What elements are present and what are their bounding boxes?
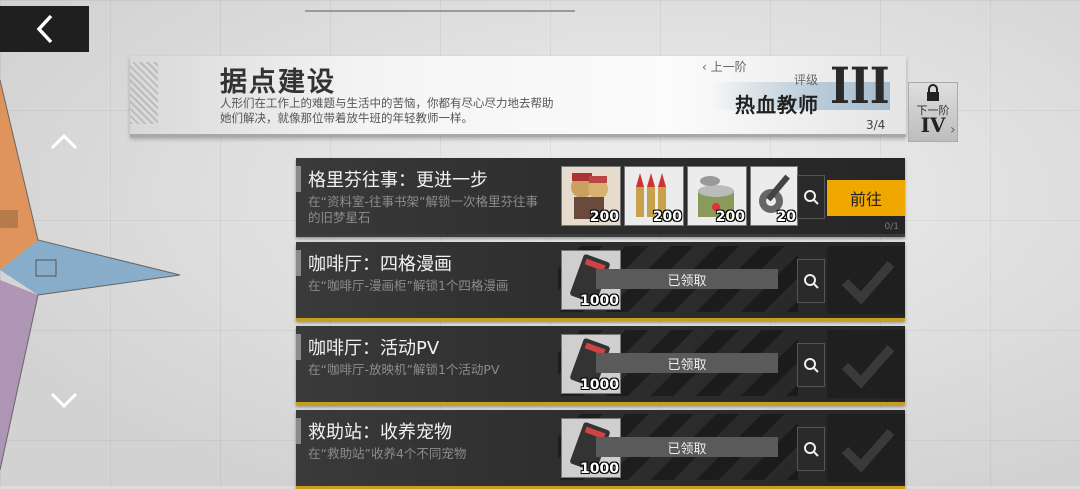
- checkmark-icon: [827, 246, 905, 314]
- lock-icon: [927, 84, 939, 101]
- task-title: 救助站：收养宠物: [308, 422, 452, 443]
- reward-quantity: 200: [715, 209, 745, 225]
- task-progress-count: 0/1: [884, 222, 899, 232]
- task-title: 咖啡厅：活动PV: [308, 338, 440, 359]
- top-divider: [305, 10, 575, 12]
- rank-label: 评级: [794, 73, 819, 87]
- star-map-decoration: [0, 80, 181, 471]
- reward-parts[interactable]: 20: [750, 166, 798, 226]
- search-button[interactable]: [797, 427, 825, 471]
- task-card: 格里芬往事：更进一步 在“资料室-往事书架”解锁一次格里芬往事的旧梦星石 200…: [296, 158, 905, 237]
- task-accent-bar: [296, 334, 301, 360]
- task-title: 格里芬往事：更进一步: [308, 170, 488, 191]
- task-description: 在“咖啡厅-放映机”解锁1个活动PV: [308, 362, 500, 377]
- chevron-left-icon: [36, 14, 52, 44]
- prev-tier-label: 上一阶: [710, 60, 747, 74]
- chevron-left-icon: ‹: [702, 60, 711, 74]
- claimed-status: 已领取: [596, 353, 778, 373]
- chevron-right-icon: ›: [950, 122, 956, 138]
- reward-quantity: 1000: [580, 461, 619, 477]
- rank-header-panel: 据点建设 人形们在工作上的难题与生活中的苦恼，你都有尽心尽力地去帮助她们解决，就…: [130, 56, 906, 137]
- rank-name: 热血教师: [735, 93, 819, 117]
- search-icon: [804, 358, 819, 373]
- reward-quantity: 1000: [580, 293, 619, 309]
- page-title: 据点建设: [220, 67, 336, 98]
- search-icon: [804, 190, 819, 205]
- rank-progress: 3/4: [866, 118, 886, 132]
- prev-tier-button[interactable]: ‹ 上一阶: [702, 58, 747, 75]
- task-accent-bar: [296, 250, 301, 276]
- task-description: 在“咖啡厅-漫画柜”解锁1个四格漫画: [308, 278, 509, 293]
- hatch-decoration: [130, 62, 158, 124]
- reward-quantity: 200: [652, 209, 682, 225]
- task-title: 咖啡厅：四格漫画: [308, 254, 452, 275]
- reward-ration[interactable]: 200: [687, 166, 747, 226]
- rank-roman-numeral: III: [830, 56, 890, 115]
- reward-ammo[interactable]: 200: [624, 166, 684, 226]
- go-button[interactable]: 前往: [827, 180, 905, 216]
- search-button[interactable]: [797, 175, 825, 219]
- page-description: 人形们在工作上的难题与生活中的苦恼，你都有尽心尽力地去帮助她们解决，就像那位带着…: [220, 96, 554, 125]
- reward-quantity: 1000: [580, 377, 619, 393]
- checkmark-icon: [827, 414, 905, 482]
- task-accent-bar: [296, 418, 301, 444]
- claimed-status: 已领取: [596, 269, 778, 289]
- task-description: 在“救助站”收养4个不同宠物: [308, 446, 467, 461]
- back-button[interactable]: [0, 6, 89, 52]
- search-icon: [804, 274, 819, 289]
- task-card: 救助站：收养宠物 在“救助站”收养4个不同宠物 1000 已领取: [296, 410, 905, 489]
- reward-quantity: 200: [589, 209, 619, 225]
- task-description: 在“资料室-往事书架”解锁一次格里芬往事的旧梦星石: [308, 194, 538, 225]
- task-accent-bar: [296, 166, 301, 192]
- task-card: 咖啡厅：活动PV 在“咖啡厅-放映机”解锁1个活动PV 1000 已领取: [296, 326, 905, 405]
- search-button[interactable]: [797, 343, 825, 387]
- checkmark-icon: [827, 330, 905, 398]
- reward-chibi-doll[interactable]: 200: [561, 166, 621, 226]
- search-button[interactable]: [797, 259, 825, 303]
- search-icon: [804, 442, 819, 457]
- task-card: 咖啡厅：四格漫画 在“咖啡厅-漫画柜”解锁1个四格漫画 1000 已领取: [296, 242, 905, 321]
- claimed-status: 已领取: [596, 437, 778, 457]
- reward-quantity: 20: [776, 209, 796, 225]
- scroll-down-icon[interactable]: [48, 388, 80, 412]
- scroll-up-icon[interactable]: [48, 130, 80, 154]
